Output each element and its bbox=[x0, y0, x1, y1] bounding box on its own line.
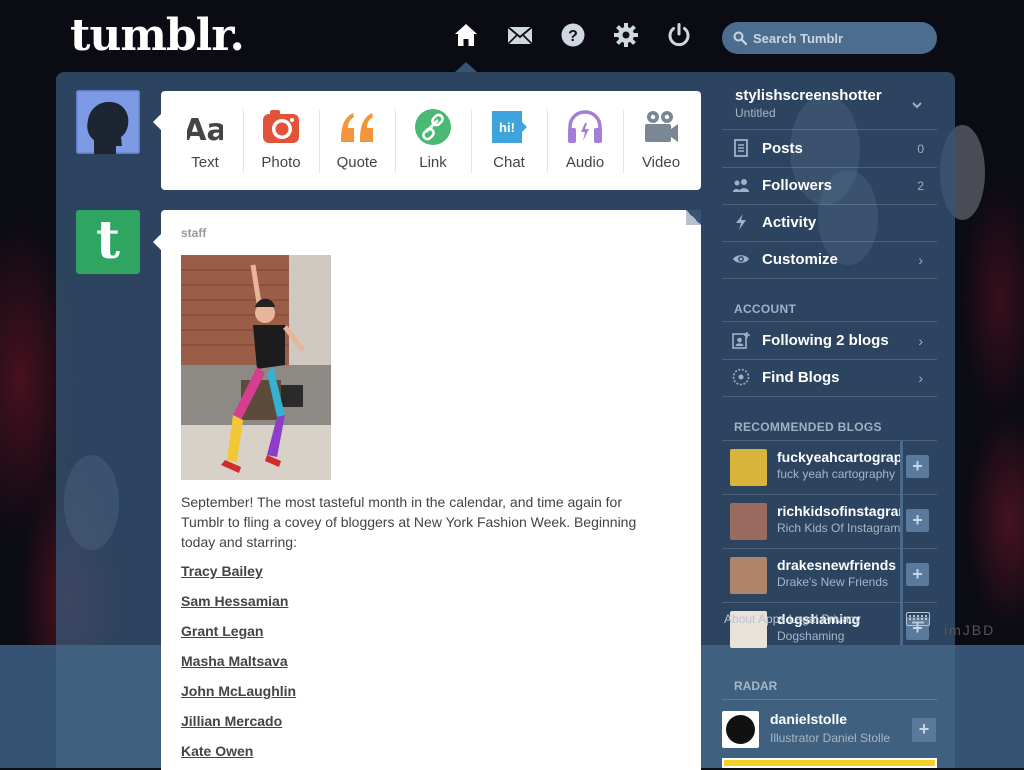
gear-icon[interactable] bbox=[613, 22, 639, 48]
compass-icon bbox=[732, 368, 750, 386]
recommended-blogs-heading: RECOMMENDED BLOGS bbox=[734, 420, 882, 434]
post-type-photo[interactable]: Photo bbox=[243, 91, 319, 190]
post-pointer bbox=[153, 234, 161, 250]
radar-heading: RADAR bbox=[734, 679, 778, 693]
followers-icon bbox=[732, 176, 750, 194]
posts-icon bbox=[732, 139, 750, 157]
svg-text:?: ? bbox=[568, 28, 578, 45]
sidebar-item-customize[interactable]: Customize › bbox=[722, 241, 937, 278]
divider bbox=[722, 699, 937, 700]
following-icon bbox=[732, 331, 750, 349]
post-link-john-mclaughlin[interactable]: John McLaughlin bbox=[181, 683, 296, 699]
active-nav-indicator bbox=[455, 62, 477, 72]
follow-button[interactable]: + bbox=[906, 509, 929, 532]
post-type-audio[interactable]: Audio bbox=[547, 91, 623, 190]
radar-post-image[interactable] bbox=[722, 758, 937, 768]
post-photo[interactable] bbox=[181, 255, 331, 480]
post-link-grant-legan[interactable]: Grant Legan bbox=[181, 623, 263, 639]
radar-blog-name[interactable]: danielstolle bbox=[770, 711, 847, 727]
link-icon bbox=[415, 109, 451, 145]
follow-button[interactable]: + bbox=[906, 455, 929, 478]
sidebar-item-posts[interactable]: Posts 0 bbox=[722, 130, 937, 167]
background-watermark: imJBD bbox=[944, 622, 996, 638]
blog-thumbnail bbox=[730, 449, 767, 486]
tumblr-logo[interactable]: tumblr. bbox=[70, 10, 245, 62]
post-link-sam-hessamian[interactable]: Sam Hessamian bbox=[181, 593, 288, 609]
post-corner-fold bbox=[686, 210, 701, 225]
post-type-text[interactable]: Aa Text bbox=[167, 91, 243, 190]
sidebar-item-followers[interactable]: Followers 2 bbox=[722, 167, 937, 204]
chevron-right-icon: › bbox=[918, 252, 923, 268]
chevron-right-icon: › bbox=[918, 370, 923, 386]
blog-name[interactable]: stylishscreenshotter bbox=[735, 87, 882, 104]
blog-subtitle: Untitled bbox=[735, 106, 776, 120]
camera-icon bbox=[263, 109, 299, 145]
post-link-tracy-bailey[interactable]: Tracy Bailey bbox=[181, 563, 263, 579]
follow-button[interactable]: + bbox=[906, 563, 929, 586]
post-link-jillian-mercado[interactable]: Jillian Mercado bbox=[181, 713, 282, 729]
sidebar-item-activity[interactable]: Activity bbox=[722, 204, 937, 241]
sidebar-item-find-blogs[interactable]: Find Blogs › bbox=[722, 359, 937, 396]
recommended-blog[interactable]: richkidsofinstagram Rich Kids Of Instagr… bbox=[722, 495, 937, 549]
user-avatar[interactable] bbox=[76, 90, 140, 154]
staff-avatar[interactable]: t bbox=[76, 210, 140, 274]
quote-icon bbox=[339, 109, 375, 145]
scrollbar[interactable] bbox=[900, 441, 903, 645]
blog-thumbnail bbox=[730, 557, 767, 594]
svg-text:hi!: hi! bbox=[499, 120, 515, 135]
chevron-down-icon[interactable] bbox=[910, 98, 924, 112]
eye-icon bbox=[732, 250, 750, 268]
lightning-icon bbox=[732, 213, 750, 231]
radar-follow-button[interactable]: + bbox=[912, 718, 936, 742]
followers-count: 2 bbox=[917, 179, 924, 193]
mail-icon[interactable] bbox=[507, 22, 533, 48]
search-icon bbox=[733, 31, 747, 45]
post-form-pointer bbox=[153, 114, 161, 130]
search-input[interactable] bbox=[753, 22, 931, 54]
recommended-blog[interactable]: fuckyeahcartography fuck yeah cartograph… bbox=[722, 441, 937, 495]
home-icon[interactable] bbox=[453, 22, 479, 48]
divider bbox=[722, 278, 937, 279]
post-link-masha-maltsava[interactable]: Masha Maltsava bbox=[181, 653, 288, 669]
radar-avatar[interactable] bbox=[722, 711, 759, 748]
post-type-quote[interactable]: Quote bbox=[319, 91, 395, 190]
help-icon[interactable]: ? bbox=[560, 22, 586, 48]
post-link-kate-owen[interactable]: Kate Owen bbox=[181, 743, 253, 759]
posts-count: 0 bbox=[917, 142, 924, 156]
post-author[interactable]: staff bbox=[181, 226, 206, 240]
keyboard-icon[interactable] bbox=[906, 612, 930, 626]
post-type-chat[interactable]: hi! Chat bbox=[471, 91, 547, 190]
svg-text:Aa: Aa bbox=[187, 113, 223, 145]
sidebar-item-following[interactable]: Following 2 blogs › bbox=[722, 322, 937, 359]
post-body: September! The most tasteful month in th… bbox=[181, 494, 637, 550]
post-type-link[interactable]: Link bbox=[395, 91, 471, 190]
divider bbox=[722, 396, 937, 397]
headphones-icon bbox=[567, 109, 603, 145]
footer-links[interactable]: About Apps Legal Privacy bbox=[724, 612, 861, 626]
account-heading: ACCOUNT bbox=[734, 302, 797, 316]
radar-blog-desc: Illustrator Daniel Stolle bbox=[770, 731, 891, 745]
blog-thumbnail bbox=[730, 503, 767, 540]
power-icon[interactable] bbox=[666, 22, 692, 48]
chevron-right-icon: › bbox=[918, 333, 923, 349]
dashboard-post: staff September! The most tasteful month… bbox=[161, 210, 701, 770]
recommended-blog[interactable]: drakesnewfriends Drake's New Friends + bbox=[722, 549, 937, 603]
text-icon: Aa bbox=[187, 109, 223, 145]
post-type-video[interactable]: Video bbox=[623, 91, 699, 190]
search-bar[interactable] bbox=[722, 22, 937, 54]
post-form: Aa Text Photo Quote Link hi! Chat Audio bbox=[161, 91, 701, 190]
chat-icon: hi! bbox=[491, 109, 527, 145]
video-camera-icon bbox=[643, 109, 679, 145]
